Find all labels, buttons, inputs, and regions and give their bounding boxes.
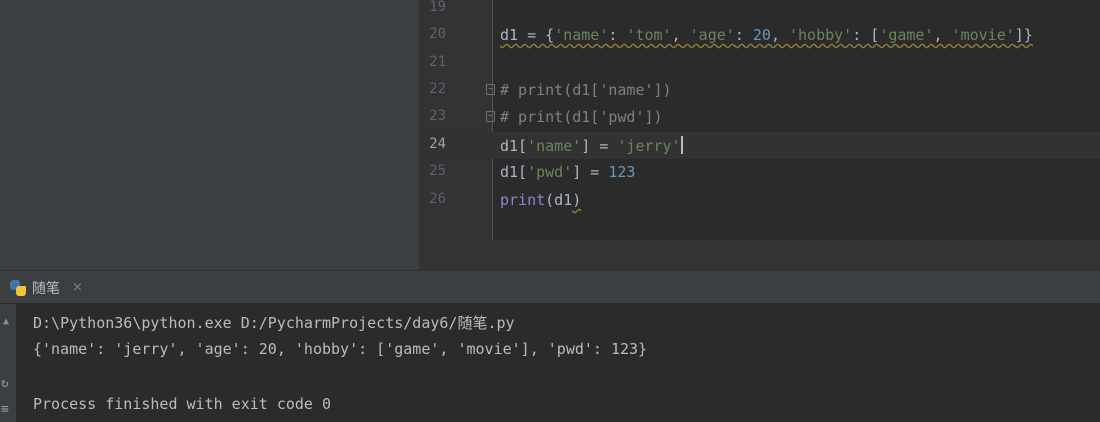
code-text: d1 = {'name': 'tom', 'age': 20, 'hobby':… [500,26,1033,44]
close-icon[interactable]: × [72,280,83,295]
code-line-19[interactable]: 19 [420,0,1100,22]
line-number: 21 [429,54,446,70]
line-number: 20 [429,26,446,42]
console-command-line: D:\Python36\python.exe D:/PycharmProject… [33,314,515,332]
code-text: d1['name'] = 'jerry' [500,136,683,155]
arrow-up-icon[interactable]: ▲ [3,316,9,327]
run-tab[interactable]: 随笔 × [0,271,93,304]
python-icon [10,279,26,296]
line-number: 19 [429,0,446,15]
code-text: # print(d1['name']) [500,81,672,99]
code-line-25[interactable]: 25 d1['pwd'] = 123 [420,159,1100,186]
code-line-24[interactable]: 24 d1['name'] = 'jerry' [420,132,1100,159]
code-line-21[interactable]: 21 [420,50,1100,77]
console-toolbar: ▲ ↻ ≡ [0,304,16,422]
run-tab-label: 随笔 [32,280,60,297]
code-line-23[interactable]: 23 − # print(d1['pwd']) [420,104,1100,131]
console-output-line: {'name': 'jerry', 'age': 20, 'hobby': ['… [33,340,648,358]
code-line-22[interactable]: 22 − # print(d1['name']) [420,77,1100,104]
project-panel [0,0,420,270]
code-text: print(d1) [500,191,582,209]
line-number: 22 [429,81,446,97]
line-number: 25 [429,163,446,179]
code-editor[interactable]: 19 20 d1 = {'name': 'tom', 'age': 20, 'h… [420,0,1100,270]
code-line-20[interactable]: 20 d1 = {'name': 'tom', 'age': 20, 'hobb… [420,22,1100,49]
fold-marker-icon[interactable]: − [486,111,495,122]
run-tool-window-header: 随笔 × [0,270,1100,304]
code-text: d1['pwd'] = 123 [500,163,636,181]
code-text: # print(d1['pwd']) [500,108,663,126]
line-number: 24 [429,136,446,152]
soft-wrap-icon[interactable]: ≡ [1,402,9,417]
code-line-26[interactable]: 26 print(d1) [420,187,1100,214]
editor-bottom-area [420,240,1100,270]
fold-marker-icon[interactable]: − [486,84,495,95]
text-caret [680,136,683,154]
run-console[interactable]: ▲ ↻ ≡ D:\Python36\python.exe D:/PycharmP… [0,304,1100,422]
console-exit-line: Process finished with exit code 0 [33,395,332,413]
line-number: 23 [429,108,446,124]
rerun-icon[interactable]: ↻ [1,376,9,391]
line-number: 26 [429,191,446,207]
